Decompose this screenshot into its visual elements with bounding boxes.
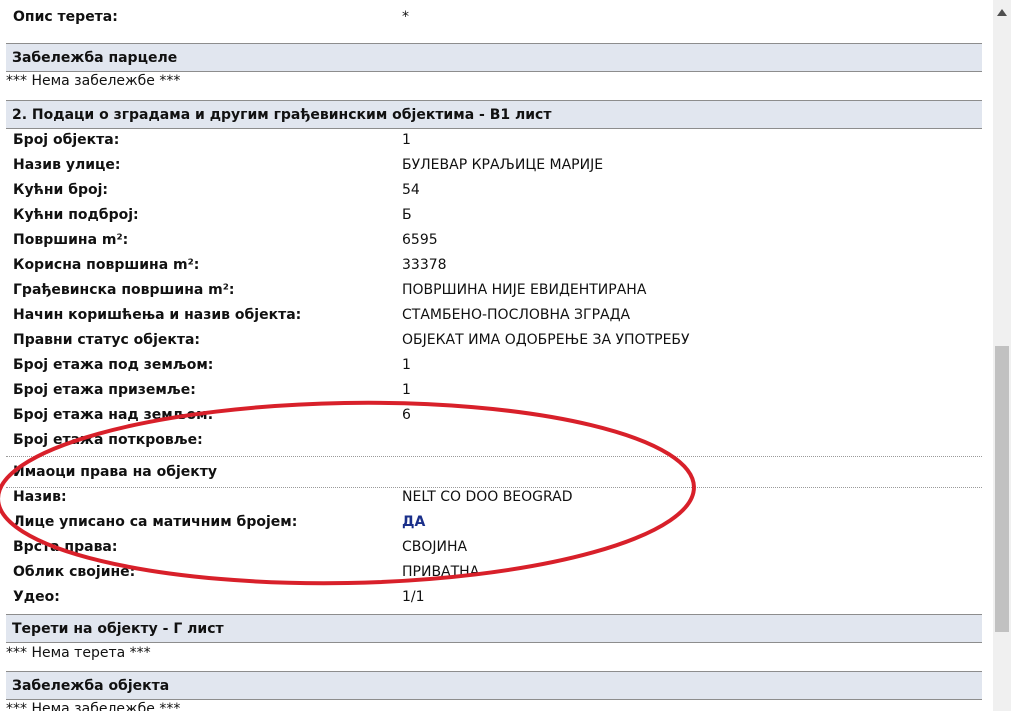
field-label: Број етажа поткровље:	[13, 432, 203, 448]
field-value: БУЛЕВАР КРАЉИЦЕ МАРИЈЕ	[402, 157, 604, 173]
building-row-legal-status: Правни статус објекта: ОБЈЕКАТ ИМА ОДОБР…	[0, 328, 982, 353]
field-value: 1	[402, 357, 411, 373]
field-label: Назив улице:	[13, 157, 121, 173]
building-row-floors-attic: Број етажа поткровље:	[0, 428, 982, 453]
owner-row-name: Назив: NELT CO DOO BEOGRAD	[0, 485, 982, 510]
field-value: 33378	[402, 257, 447, 273]
field-label: Корисна површина m²:	[13, 257, 200, 273]
field-label: Број објекта:	[13, 132, 120, 148]
building-row-construction-area: Грађевинска површина m²: ПОВРШИНА НИЈЕ Е…	[0, 278, 982, 303]
building-row-number: Број објекта: 1	[0, 128, 982, 153]
vertical-scrollbar[interactable]	[993, 0, 1011, 711]
field-value: СТАМБЕНО-ПОСЛОВНА ЗГРАДА	[402, 307, 631, 323]
section-buildings: 2. Подаци о зградама и другим грађевинск…	[6, 100, 982, 129]
building-row-usable-area: Корисна површина m²: 33378	[0, 253, 982, 278]
field-value: ПРИВАТНА	[402, 564, 480, 580]
registered-value-link[interactable]: ДА	[402, 514, 425, 530]
owner-row-registered: Лице уписано са матичним бројем: ДА	[0, 510, 982, 535]
section-title: 2. Подаци о зградама и другим грађевинск…	[12, 107, 552, 123]
section-title: Забележба објекта	[12, 678, 170, 694]
scroll-up-button[interactable]	[993, 0, 1011, 24]
field-value: 54	[402, 182, 420, 198]
field-label: Правни статус објекта:	[13, 332, 201, 348]
section-object-note: Забележба објекта	[6, 671, 982, 700]
field-value: 1/1	[402, 589, 425, 605]
field-label: Удео:	[13, 589, 60, 605]
burden-description-row: Опис терета: *	[0, 5, 982, 30]
building-row-area: Површина m²: 6595	[0, 228, 982, 253]
object-note-text: *** Нема забележбе ***	[6, 701, 181, 711]
field-value: 1	[402, 132, 411, 148]
document-content: Опис терета: * Забележба парцеле *** Нем…	[0, 0, 993, 711]
field-label: Облик својине:	[13, 564, 136, 580]
field-label: Број етажа под земљом:	[13, 357, 214, 373]
building-row-house-subnumber: Кућни подброј: Б	[0, 203, 982, 228]
building-row-usage: Начин коришћења и назив објекта: СТАМБЕН…	[0, 303, 982, 328]
field-value: 6595	[402, 232, 438, 248]
field-label: Лице уписано са матичним бројем:	[13, 514, 298, 530]
field-value: СВОЈИНА	[402, 539, 468, 555]
building-row-house-number: Кућни број: 54	[0, 178, 982, 203]
owners-subheader: Имаоци права на објекту	[6, 456, 982, 488]
building-row-floors-ground: Број етажа приземље: 1	[0, 378, 982, 403]
field-value: 6	[402, 407, 411, 423]
section-parcel-note: Забележба парцеле	[6, 43, 982, 72]
field-label: Број етажа над земљом:	[13, 407, 214, 423]
field-label: Површина m²:	[13, 232, 129, 248]
field-label: Кућни број:	[13, 182, 109, 198]
owner-row-share: Удео: 1/1	[0, 585, 982, 610]
owner-row-ownership-form: Облик својине: ПРИВАТНА	[0, 560, 982, 585]
scrollbar-thumb[interactable]	[995, 346, 1009, 632]
field-value: ОБЈЕКАТ ИМА ОДОБРЕЊЕ ЗА УПОТРЕБУ	[402, 332, 690, 348]
owner-row-right-type: Врста права: СВОЈИНА	[0, 535, 982, 560]
parcel-note-text: *** Нема забележбе ***	[6, 73, 181, 89]
building-row-floors-above: Број етажа над земљом: 6	[0, 403, 982, 428]
field-label: Број етажа приземље:	[13, 382, 196, 398]
field-value: 1	[402, 382, 411, 398]
building-row-street: Назив улице: БУЛЕВАР КРАЉИЦЕ МАРИЈЕ	[0, 153, 982, 178]
subsection-title: Имаоци права на објекту	[13, 464, 218, 480]
section-burdens: Терети на објекту - Г лист	[6, 614, 982, 643]
field-label: Опис терета:	[13, 9, 118, 25]
field-value: ПОВРШИНА НИЈЕ ЕВИДЕНТИРАНА	[402, 282, 647, 298]
field-label: Начин коришћења и назив објекта:	[13, 307, 302, 323]
field-value: Б	[402, 207, 412, 223]
triangle-up-icon	[997, 8, 1007, 16]
field-label: Кућни подброј:	[13, 207, 139, 223]
section-title: Забележба парцеле	[12, 50, 178, 66]
building-row-floors-underground: Број етажа под земљом: 1	[0, 353, 982, 378]
field-label: Грађевинска површина m²:	[13, 282, 235, 298]
burdens-text: *** Нема терета ***	[6, 645, 151, 661]
field-value: NELT CO DOO BEOGRAD	[402, 489, 573, 505]
field-label: Врста права:	[13, 539, 118, 555]
field-label: Назив:	[13, 489, 67, 505]
section-title: Терети на објекту - Г лист	[12, 621, 224, 637]
field-value: *	[402, 9, 409, 25]
